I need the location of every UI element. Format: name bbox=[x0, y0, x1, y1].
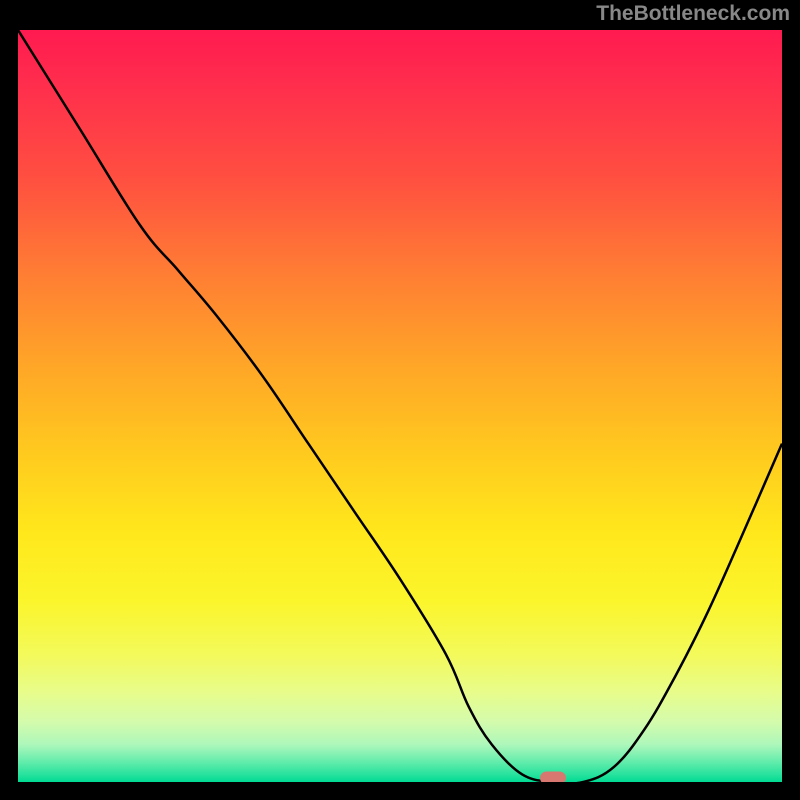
chart-container: TheBottleneck.com bbox=[0, 0, 800, 800]
curve-svg bbox=[18, 30, 782, 782]
watermark-text: TheBottleneck.com bbox=[596, 2, 790, 26]
plot-area bbox=[18, 30, 782, 782]
optimal-marker bbox=[540, 772, 566, 782]
bottleneck-curve bbox=[18, 30, 782, 782]
